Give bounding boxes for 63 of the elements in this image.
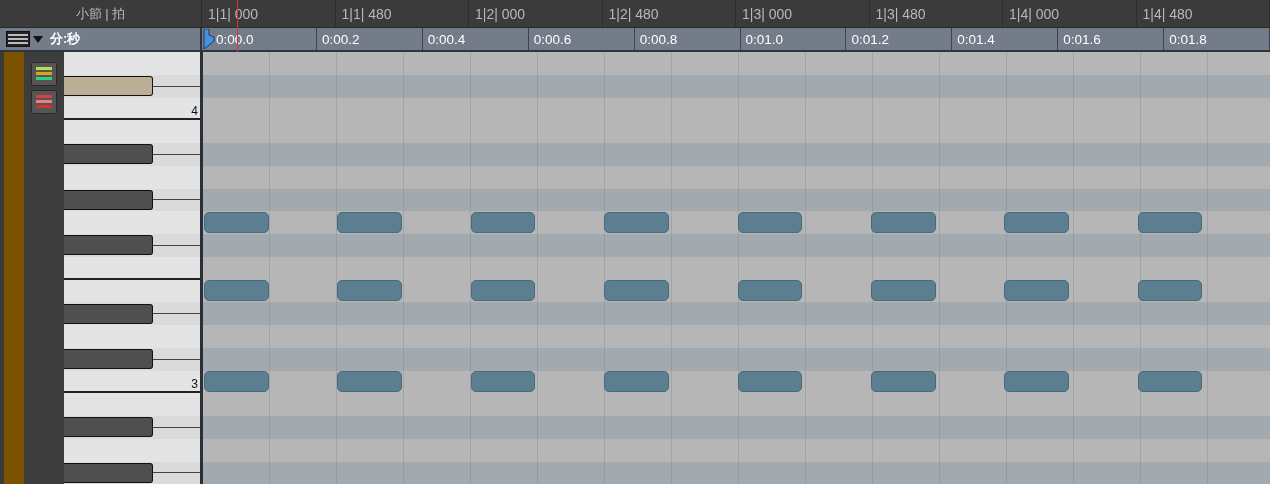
time-label: 0:00.8: [639, 31, 678, 47]
piano-key[interactable]: [64, 256, 200, 280]
midi-note[interactable]: [737, 212, 803, 234]
midi-note[interactable]: [204, 371, 269, 393]
midi-note[interactable]: [1137, 212, 1203, 234]
midi-note[interactable]: [604, 212, 669, 234]
bar-label: 1|3| 480: [875, 5, 926, 22]
midi-note[interactable]: [870, 212, 936, 234]
midi-note[interactable]: [337, 212, 403, 234]
time-label: 0:01.4: [957, 31, 995, 47]
midi-note[interactable]: [470, 371, 536, 393]
midi-note[interactable]: [470, 212, 536, 234]
bar-label: 1|2| 480: [608, 5, 659, 22]
time-label: 0:01.6: [1063, 31, 1101, 47]
midi-note[interactable]: [870, 371, 936, 393]
midi-note[interactable]: [337, 371, 403, 393]
midi-note[interactable]: [470, 280, 536, 302]
midi-note[interactable]: [204, 212, 269, 234]
stripes-icon: [36, 67, 52, 81]
ruler-header: 小節 | 拍: [75, 4, 126, 23]
midi-note[interactable]: [604, 280, 669, 302]
time-label: 0:00.4: [427, 31, 466, 47]
piano-key[interactable]: [64, 76, 153, 97]
time-format-label[interactable]: 分:秒: [50, 30, 81, 48]
piano-key[interactable]: 4: [64, 97, 200, 121]
bar-label: 1|3| 000: [742, 5, 793, 22]
time-label: 0:01.2: [851, 31, 889, 47]
bar-label: 1|1| 480: [341, 5, 392, 22]
caret-icon[interactable]: [33, 35, 43, 43]
piano-key[interactable]: [64, 303, 153, 324]
midi-note[interactable]: [870, 280, 936, 302]
time-label: 0:00.6: [533, 31, 572, 47]
piano-key[interactable]: [64, 235, 153, 256]
piano-key[interactable]: [64, 144, 153, 165]
time-label: 0:00.2: [321, 31, 360, 47]
midi-note[interactable]: [337, 280, 403, 302]
time-label: 0:01.0: [745, 31, 784, 47]
midi-note[interactable]: [737, 371, 803, 393]
midi-note[interactable]: [1004, 371, 1069, 393]
midi-note[interactable]: [1137, 280, 1203, 302]
octave-label: 4: [191, 105, 198, 119]
piano-key[interactable]: [64, 417, 153, 438]
piano-key[interactable]: 3: [64, 370, 200, 394]
bar-label: 1|4| 000: [1009, 5, 1060, 22]
octave-label: 3: [191, 378, 198, 392]
midi-note[interactable]: [204, 280, 269, 302]
stripes-icon: [36, 95, 52, 109]
piano-key[interactable]: [64, 349, 153, 370]
playhead-marker-icon[interactable]: [203, 29, 215, 49]
piano-key[interactable]: [64, 279, 200, 303]
piano-key[interactable]: [64, 462, 153, 483]
bar-label: 1|2| 000: [475, 5, 526, 22]
track-button[interactable]: [31, 62, 57, 86]
track-button[interactable]: [31, 90, 57, 114]
midi-note[interactable]: [1004, 212, 1069, 234]
midi-note[interactable]: [737, 280, 803, 302]
menu-icon[interactable]: [6, 31, 30, 47]
piano-key[interactable]: [64, 189, 153, 210]
bar-label: 1|4| 480: [1142, 5, 1193, 22]
midi-note[interactable]: [1004, 280, 1069, 302]
midi-note[interactable]: [1137, 371, 1203, 393]
midi-note[interactable]: [604, 371, 669, 393]
time-label: 0:01.8: [1169, 31, 1207, 47]
